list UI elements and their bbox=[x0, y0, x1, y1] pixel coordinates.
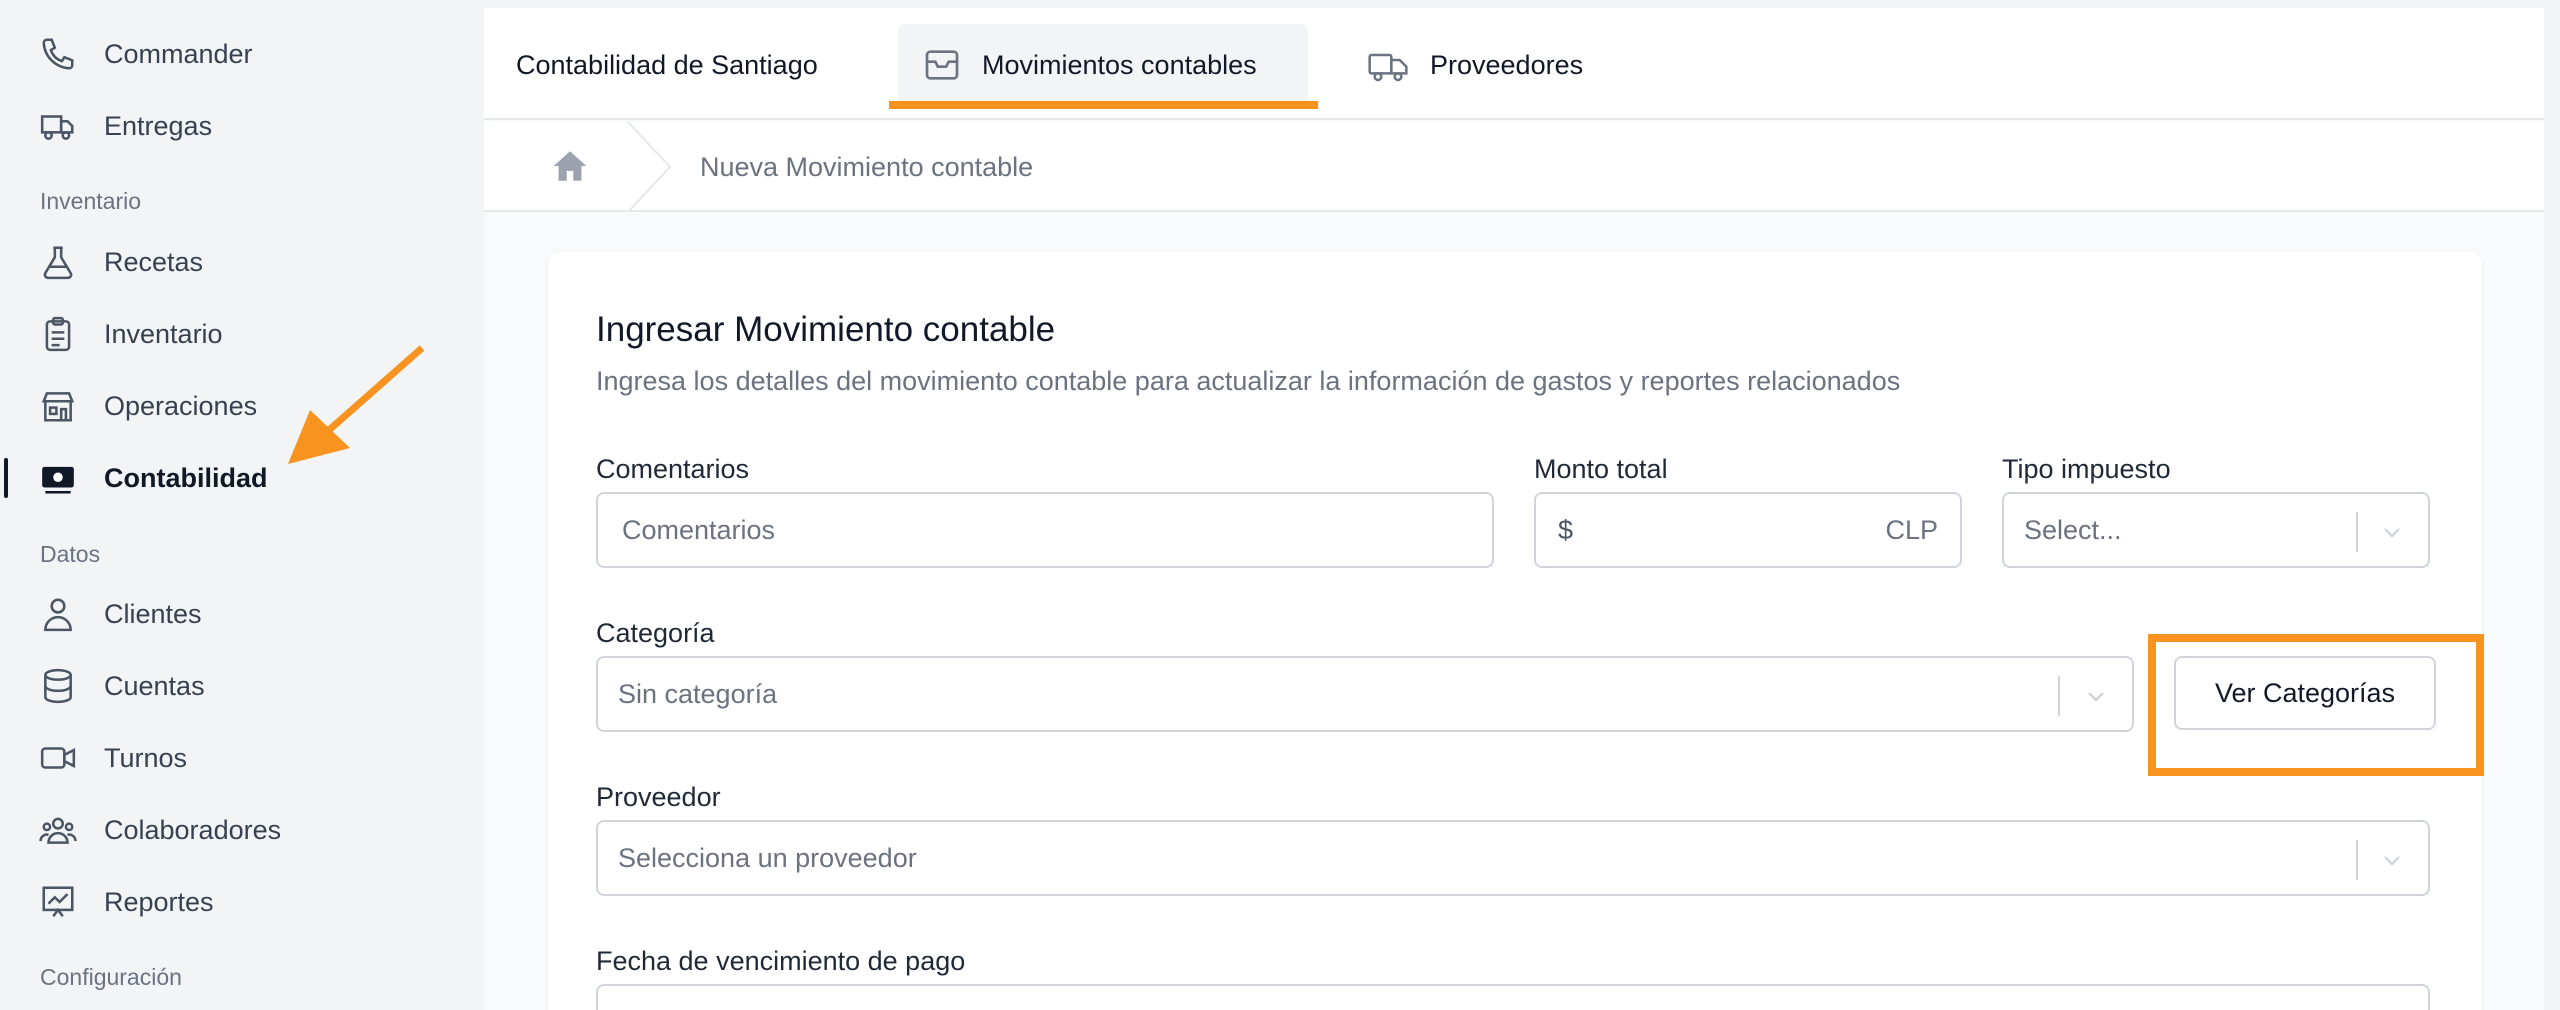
chevron-down-icon bbox=[2378, 848, 2406, 879]
main-area: Contabilidad de Santiago Movimientos con… bbox=[484, 8, 2544, 1010]
select-divider bbox=[2058, 676, 2060, 716]
sidebar-item-colaboradores[interactable]: Colaboradores bbox=[0, 800, 482, 860]
comentarios-input[interactable]: Comentarios bbox=[596, 492, 1494, 568]
categoria-label: Categoría bbox=[596, 618, 715, 648]
sidebar-item-reportes[interactable]: Reportes bbox=[0, 872, 482, 932]
tab-label: Movimientos contables bbox=[982, 49, 1257, 80]
fecha-vencimiento-label: Fecha de vencimiento de pago bbox=[596, 946, 966, 976]
inbox-icon bbox=[922, 45, 962, 85]
clipboard-icon bbox=[38, 314, 78, 354]
tab-movimientos-contables[interactable]: Movimientos contables bbox=[898, 24, 1308, 106]
proveedor-select[interactable]: Selecciona un proveedor bbox=[596, 820, 2430, 896]
sidebar-item-label: Turnos bbox=[104, 742, 188, 773]
sidebar-item-label: Clientes bbox=[104, 598, 202, 629]
section-label-inventario: Inventario bbox=[40, 188, 142, 214]
breadcrumb-separator bbox=[627, 122, 672, 212]
categoria-value: Sin categoría bbox=[618, 678, 778, 709]
sidebar-item-label: Inventario bbox=[104, 318, 223, 349]
sidebar-item-label: Contabilidad bbox=[104, 462, 268, 493]
monto-total-label: Monto total bbox=[1534, 454, 1668, 484]
tab-proveedores[interactable]: Proveedores bbox=[1366, 24, 1583, 106]
sidebar-item-label: Cuentas bbox=[104, 670, 205, 701]
home-icon[interactable] bbox=[550, 148, 590, 189]
sidebar-item-entregas[interactable]: Entregas bbox=[0, 96, 482, 156]
chevron-down-icon bbox=[2082, 684, 2110, 715]
sidebar-item-clientes[interactable]: Clientes bbox=[0, 584, 482, 644]
tab-label: Contabilidad de Santiago bbox=[516, 49, 818, 80]
chevron-down-icon bbox=[2378, 520, 2406, 551]
comentarios-placeholder: Comentarios bbox=[622, 514, 776, 545]
form-subtitle: Ingresa los detalles del movimiento cont… bbox=[596, 366, 1901, 396]
breadcrumb: Nueva Movimiento contable bbox=[484, 122, 2544, 212]
tipo-impuesto-label: Tipo impuesto bbox=[2002, 454, 2171, 484]
proveedor-label: Proveedor bbox=[596, 782, 721, 812]
top-tabs-bar: Contabilidad de Santiago Movimientos con… bbox=[484, 8, 2544, 120]
flask-icon bbox=[38, 242, 78, 282]
currency-prefix: $ bbox=[1558, 514, 1574, 545]
ver-categorias-button[interactable]: Ver Categorías bbox=[2174, 656, 2436, 730]
proveedor-placeholder: Selecciona un proveedor bbox=[618, 842, 917, 873]
comentarios-label: Comentarios bbox=[596, 454, 750, 484]
user-icon bbox=[38, 594, 78, 634]
database-icon bbox=[38, 666, 78, 706]
sidebar-item-label: Reportes bbox=[104, 886, 214, 917]
users-icon bbox=[38, 810, 78, 850]
tab-contabilidad-santiago[interactable]: Contabilidad de Santiago bbox=[516, 24, 818, 106]
form-card: Ingresar Movimiento contable Ingresa los… bbox=[548, 252, 2484, 1010]
select-divider bbox=[2356, 512, 2358, 552]
video-icon bbox=[38, 738, 78, 778]
sidebar-item-label: Operaciones bbox=[104, 390, 258, 421]
fecha-vencimiento-input[interactable] bbox=[596, 984, 2430, 1010]
store-icon bbox=[38, 386, 78, 426]
select-divider bbox=[2356, 840, 2358, 880]
sidebar-item-commander[interactable]: Commander bbox=[0, 24, 482, 84]
sidebar-item-label: Commander bbox=[104, 38, 253, 69]
form-title: Ingresar Movimiento contable bbox=[596, 310, 1056, 349]
tab-label: Proveedores bbox=[1430, 49, 1584, 80]
categoria-select[interactable]: Sin categoría bbox=[596, 656, 2134, 732]
breadcrumb-current: Nueva Movimiento contable bbox=[700, 152, 1034, 182]
currency-suffix: CLP bbox=[1885, 514, 1938, 545]
sidebar-item-label: Colaboradores bbox=[104, 814, 282, 845]
sidebar-item-label: Recetas bbox=[104, 246, 204, 277]
truck-icon bbox=[1366, 45, 1410, 85]
active-indicator bbox=[4, 458, 8, 498]
monto-total-input[interactable]: $ CLP bbox=[1534, 492, 1962, 568]
section-label-configuracion: Configuración bbox=[40, 964, 182, 990]
annotation-arrow-icon bbox=[288, 345, 425, 464]
active-tab-underline bbox=[889, 101, 1318, 109]
sidebar-item-recetas[interactable]: Recetas bbox=[0, 232, 482, 292]
section-label-datos: Datos bbox=[40, 541, 101, 567]
sidebar: Commander Entregas Inventario Recetas In… bbox=[0, 0, 482, 1010]
phone-icon bbox=[38, 34, 78, 74]
sidebar-item-cuentas[interactable]: Cuentas bbox=[0, 656, 482, 716]
sidebar-item-label: Entregas bbox=[104, 110, 213, 141]
cash-icon bbox=[38, 458, 78, 498]
tipo-impuesto-placeholder: Select... bbox=[2024, 514, 2122, 545]
truck-icon bbox=[38, 106, 78, 146]
chart-icon bbox=[38, 882, 78, 922]
sidebar-item-turnos[interactable]: Turnos bbox=[0, 728, 482, 788]
tipo-impuesto-select[interactable]: Select... bbox=[2002, 492, 2430, 568]
